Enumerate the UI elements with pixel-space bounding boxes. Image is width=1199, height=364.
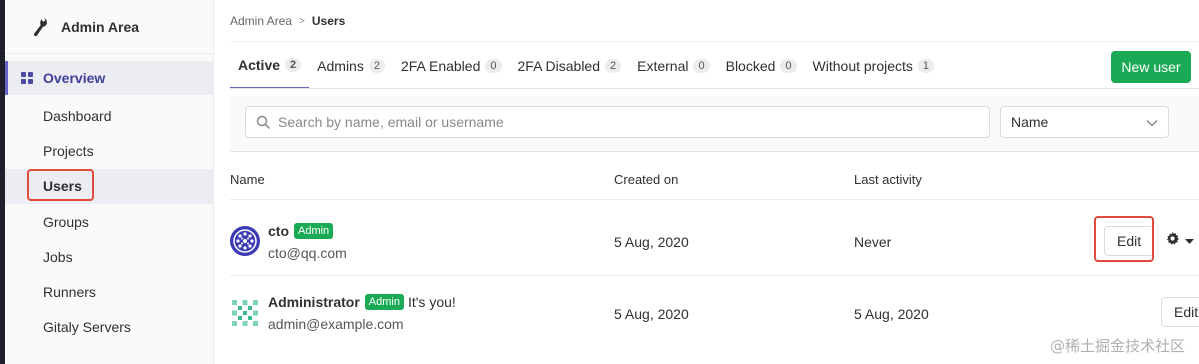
sidebar-item-label: Gitaly Servers — [43, 319, 131, 336]
tab-admins[interactable]: Admins 2 — [309, 42, 393, 89]
breadcrumb-current: Users — [311, 14, 346, 28]
tab-count-badge: 2 — [285, 57, 302, 72]
admin-badge: Admin — [364, 294, 404, 310]
avatar[interactable] — [230, 226, 260, 256]
caret-down-icon — [1185, 232, 1194, 250]
watermark: @稀土掘金技术社区 — [1049, 337, 1185, 355]
edit-button[interactable]: Edit — [1161, 297, 1199, 327]
search-box[interactable] — [245, 106, 990, 138]
column-header-last-activity: Last activity — [854, 172, 922, 187]
tab-without-projects[interactable]: Without projects 1 — [805, 42, 943, 89]
sort-selected-value: Name — [1011, 114, 1049, 130]
edit-highlight-annotation — [1094, 216, 1154, 262]
user-name-link[interactable]: Administrator — [268, 294, 360, 310]
sidebar-item-label: Runners — [43, 284, 96, 301]
search-input[interactable] — [278, 114, 978, 130]
tab-count-badge: 2 — [368, 58, 385, 73]
tab-label: 2FA Disabled — [517, 57, 601, 74]
tab-active[interactable]: Active 2 — [230, 42, 310, 89]
created-on: 5 Aug, 2020 — [614, 306, 689, 322]
avatar[interactable] — [230, 298, 260, 328]
tab-count-badge: 1 — [917, 58, 935, 73]
tab-2fa-disabled[interactable]: 2FA Disabled 2 — [510, 42, 630, 89]
table-header: Name Created on Last activity — [230, 160, 1199, 200]
tab-blocked[interactable]: Blocked 0 — [718, 42, 805, 89]
user-name-line: cto Admin — [268, 223, 334, 239]
search-icon — [256, 115, 272, 129]
sidebar-nav: Dashboard Projects Users Groups Jobs Run… — [5, 98, 214, 345]
column-header-created: Created on — [614, 172, 679, 187]
sidebar-item-label: Jobs — [43, 248, 73, 265]
main-content: Admin Area > Users Active 2 Admins 2 2FA… — [214, 0, 1199, 364]
sidebar-item-projects[interactable]: Projects — [5, 133, 214, 168]
table-row: cto Admin cto@qq.com 5 Aug, 2020 Never E… — [230, 204, 1199, 276]
wrench-icon — [25, 17, 55, 37]
gear-icon — [1166, 232, 1179, 250]
its-you-label: It's you! — [407, 294, 456, 310]
sidebar-item-groups[interactable]: Groups — [5, 204, 214, 239]
sidebar-item-label: Projects — [43, 142, 94, 159]
sidebar-title: Admin Area — [61, 18, 140, 35]
tab-count-badge: 2 — [605, 58, 622, 73]
sidebar-item-dashboard[interactable]: Dashboard — [5, 98, 214, 133]
breadcrumb-admin-area[interactable]: Admin Area — [230, 14, 292, 28]
sidebar-item-label: Dashboard — [43, 107, 112, 124]
user-actions-dropdown[interactable] — [1160, 226, 1199, 256]
sidebar-item-label: Overview — [43, 70, 106, 86]
user-tabs: Active 2 Admins 2 2FA Enabled 0 2FA Disa… — [230, 42, 942, 89]
tab-label: Admins — [317, 57, 364, 74]
tabs-border — [230, 88, 1199, 89]
user-name-link[interactable]: cto — [268, 223, 289, 239]
filter-bar: Name — [230, 96, 1199, 152]
user-name-line: Administrator Admin It's you! — [268, 294, 456, 310]
column-header-name: Name — [230, 172, 265, 187]
sidebar-header[interactable]: Admin Area — [5, 0, 214, 54]
created-on: 5 Aug, 2020 — [614, 234, 689, 250]
tab-count-badge: 0 — [780, 58, 797, 73]
tab-label: External — [637, 57, 689, 74]
new-user-button[interactable]: New user — [1111, 51, 1191, 83]
sidebar-item-jobs[interactable]: Jobs — [5, 239, 214, 274]
breadcrumb: Admin Area > Users — [230, 14, 345, 28]
user-email: admin@example.com — [268, 316, 404, 332]
overview-grid-icon — [21, 72, 33, 84]
tab-count-badge: 0 — [485, 58, 502, 73]
chevron-down-icon — [1146, 114, 1158, 130]
tab-label: Without projects — [812, 57, 913, 74]
tab-count-badge: 0 — [693, 58, 710, 73]
sidebar-item-gitaly-servers[interactable]: Gitaly Servers — [5, 310, 214, 345]
users-highlight-annotation — [27, 169, 94, 201]
last-activity: Never — [854, 234, 892, 250]
sidebar-item-runners[interactable]: Runners — [5, 274, 214, 309]
sidebar-item-overview[interactable]: Overview — [5, 61, 214, 95]
tab-2fa-enabled[interactable]: 2FA Enabled 0 — [393, 42, 510, 89]
tab-label: Blocked — [725, 57, 776, 74]
admin-badge: Admin — [294, 223, 334, 239]
last-activity: 5 Aug, 2020 — [854, 306, 929, 322]
sidebar-item-label: Groups — [43, 213, 89, 230]
breadcrumb-separator: > — [299, 15, 305, 27]
tab-label: 2FA Enabled — [400, 57, 481, 74]
tab-label: Active — [238, 56, 281, 73]
sort-select[interactable]: Name — [1000, 106, 1169, 138]
user-email: cto@qq.com — [268, 245, 347, 261]
tab-external[interactable]: External 0 — [629, 42, 717, 89]
